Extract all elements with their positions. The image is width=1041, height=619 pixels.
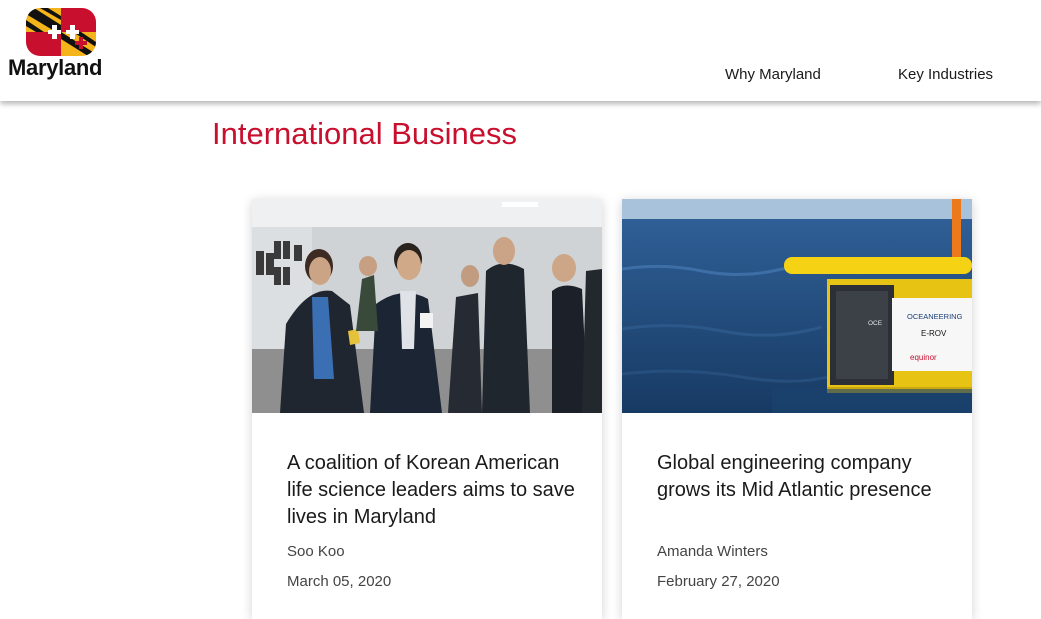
nav-why-maryland[interactable]: Why Maryland (725, 66, 821, 83)
photo-networking-event-icon (252, 199, 602, 413)
maryland-logo[interactable]: Maryland (6, 8, 116, 83)
card-date: March 05, 2020 (287, 573, 392, 590)
article-card[interactable]: A coalition of Korean American life scie… (252, 199, 602, 619)
logo-wordmark: Maryland (8, 55, 103, 80)
site-header: Maryland Why Maryland Key Industries (0, 0, 1041, 101)
page-title: International Business (212, 116, 518, 151)
svg-text:OCEANEERING: OCEANEERING (907, 312, 963, 321)
svg-text:E-ROV: E-ROV (921, 329, 947, 338)
card-title: A coalition of Korean American life scie… (287, 452, 575, 528)
article-card[interactable]: OCEANEERING E-ROV equinor OCE Global eng… (622, 199, 972, 619)
photo-ocean-equipment-icon: OCEANEERING E-ROV equinor OCE (622, 199, 972, 413)
svg-text:equinor: equinor (910, 353, 937, 362)
card-title: Global engineering company grows its Mid… (657, 452, 932, 501)
card-author: Amanda Winters (657, 543, 768, 560)
svg-text:OCE: OCE (868, 320, 883, 327)
card-date: February 27, 2020 (657, 573, 780, 590)
card-author: Soo Koo (287, 543, 345, 560)
maryland-flag-icon (26, 8, 96, 56)
nav-key-industries[interactable]: Key Industries (898, 66, 993, 83)
